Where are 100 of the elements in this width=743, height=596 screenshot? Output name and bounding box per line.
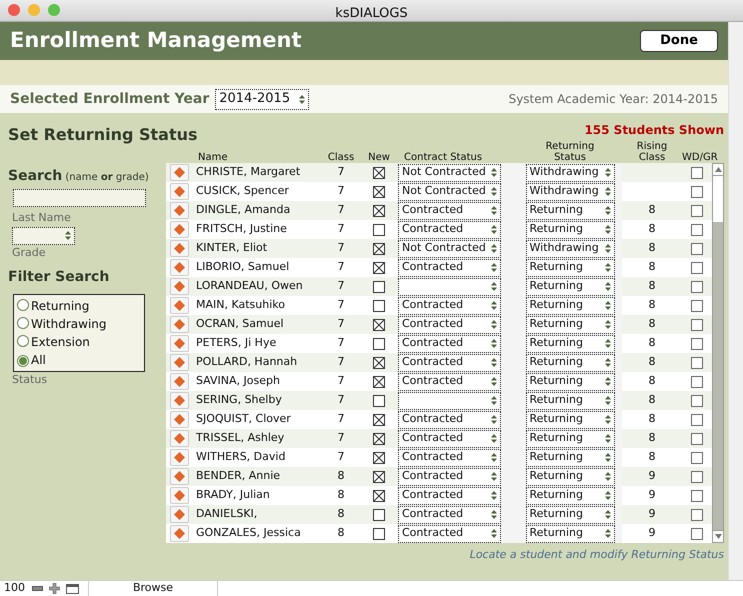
dropdown[interactable]: Contracted — [398, 334, 501, 352]
checkbox[interactable] — [691, 432, 703, 444]
dropdown[interactable]: Withdrawing — [526, 240, 614, 258]
scrollbar[interactable] — [712, 163, 724, 543]
dropdown[interactable]: Returning — [526, 486, 614, 504]
dropdown[interactable]: Contracted — [398, 430, 501, 448]
dropdown[interactable]: Contracted — [398, 486, 501, 504]
dropdown[interactable]: Contracted — [398, 354, 501, 372]
checkbox[interactable] — [373, 490, 385, 502]
dropdown[interactable]: Contracted — [398, 410, 501, 428]
dropdown[interactable]: Contracted — [398, 506, 501, 524]
checkbox[interactable] — [691, 508, 703, 520]
checkbox[interactable] — [691, 376, 703, 388]
row-button[interactable] — [170, 392, 189, 409]
status-radio[interactable]: Returning — [17, 296, 141, 315]
dropdown[interactable]: Returning — [526, 316, 614, 334]
checkbox[interactable] — [691, 452, 703, 464]
dropdown[interactable]: Contracted — [398, 202, 501, 220]
dropdown[interactable]: Returning — [526, 468, 614, 486]
scroll-down-icon[interactable] — [714, 534, 722, 539]
checkbox[interactable] — [373, 452, 385, 464]
checkbox[interactable] — [373, 432, 385, 444]
checkbox[interactable] — [691, 300, 703, 312]
dropdown[interactable]: Contracted — [398, 448, 501, 466]
checkbox[interactable] — [691, 204, 703, 216]
dropdown[interactable]: Returning — [526, 506, 614, 524]
dropdown[interactable] — [398, 278, 501, 296]
zoom-in-icon[interactable] — [49, 583, 60, 594]
scroll-thumb[interactable] — [713, 176, 723, 222]
row-button[interactable] — [170, 335, 189, 352]
dropdown[interactable]: Contracted — [398, 316, 501, 334]
checkbox[interactable] — [373, 242, 385, 254]
checkbox[interactable] — [691, 242, 703, 254]
dropdown[interactable]: Returning — [526, 392, 614, 410]
status-radio[interactable]: Withdrawing — [17, 314, 141, 333]
checkbox[interactable] — [691, 470, 703, 482]
dropdown[interactable]: Returning — [526, 354, 614, 372]
year-dropdown[interactable]: 2014-2015 — [215, 88, 310, 110]
checkbox[interactable] — [373, 356, 385, 368]
checkbox[interactable] — [691, 262, 703, 274]
dropdown[interactable]: Returning — [526, 278, 614, 296]
dropdown[interactable]: Contracted — [398, 220, 501, 238]
dropdown[interactable]: Returning — [526, 448, 614, 466]
checkbox[interactable] — [691, 280, 703, 292]
dropdown[interactable]: Contracted — [398, 372, 501, 390]
row-button[interactable] — [170, 316, 189, 333]
checkbox[interactable] — [691, 318, 703, 330]
checkbox[interactable] — [373, 204, 385, 216]
done-button[interactable]: Done — [640, 30, 718, 52]
row-button[interactable] — [170, 525, 189, 542]
dropdown[interactable]: Returning — [526, 258, 614, 276]
checkbox[interactable] — [373, 318, 385, 330]
dropdown[interactable]: Not Contracted — [398, 182, 501, 200]
dropdown[interactable]: Contracted — [398, 258, 501, 276]
checkbox[interactable] — [373, 262, 385, 274]
checkbox[interactable] — [373, 186, 385, 198]
checkbox[interactable] — [691, 356, 703, 368]
checkbox[interactable] — [373, 528, 385, 540]
dropdown[interactable] — [398, 392, 501, 410]
dropdown[interactable]: Contracted — [398, 468, 501, 486]
dropdown[interactable]: Withdrawing — [526, 164, 614, 182]
row-button[interactable] — [170, 506, 189, 523]
row-button[interactable] — [170, 221, 189, 238]
checkbox[interactable] — [373, 224, 385, 236]
checkbox[interactable] — [373, 508, 385, 520]
checkbox[interactable] — [373, 470, 385, 482]
checkbox[interactable] — [373, 300, 385, 312]
checkbox[interactable] — [373, 376, 385, 388]
row-button[interactable] — [170, 468, 189, 485]
close-icon[interactable] — [8, 4, 20, 16]
dropdown[interactable]: Withdrawing — [526, 182, 614, 200]
row-button[interactable] — [170, 183, 189, 200]
dropdown[interactable]: Returning — [526, 334, 614, 352]
row-button[interactable] — [170, 259, 189, 276]
checkbox[interactable] — [373, 280, 385, 292]
row-button[interactable] — [170, 449, 189, 466]
checkbox[interactable] — [373, 394, 385, 406]
scroll-up-icon[interactable] — [714, 167, 722, 172]
row-button[interactable] — [170, 354, 189, 371]
checkbox[interactable] — [691, 166, 703, 178]
dropdown[interactable]: Contracted — [398, 296, 501, 314]
checkbox[interactable] — [691, 490, 703, 502]
row-button[interactable] — [170, 373, 189, 390]
dropdown[interactable]: Returning — [526, 410, 614, 428]
row-button[interactable] — [170, 278, 189, 295]
dropdown[interactable]: Returning — [526, 296, 614, 314]
row-button[interactable] — [170, 430, 189, 447]
checkbox[interactable] — [691, 528, 703, 540]
row-button[interactable] — [170, 297, 189, 314]
dropdown[interactable]: Not Contracted — [398, 240, 501, 258]
dropdown[interactable]: Returning — [526, 220, 614, 238]
checkbox[interactable] — [691, 338, 703, 350]
dropdown[interactable]: Contracted — [398, 524, 501, 542]
dropdown[interactable]: Returning — [526, 524, 614, 542]
layout-icon[interactable] — [66, 584, 79, 594]
row-button[interactable] — [170, 240, 189, 257]
checkbox[interactable] — [691, 414, 703, 426]
dropdown[interactable]: Returning — [526, 372, 614, 390]
dropdown[interactable]: Returning — [526, 202, 614, 220]
row-button[interactable] — [170, 487, 189, 504]
